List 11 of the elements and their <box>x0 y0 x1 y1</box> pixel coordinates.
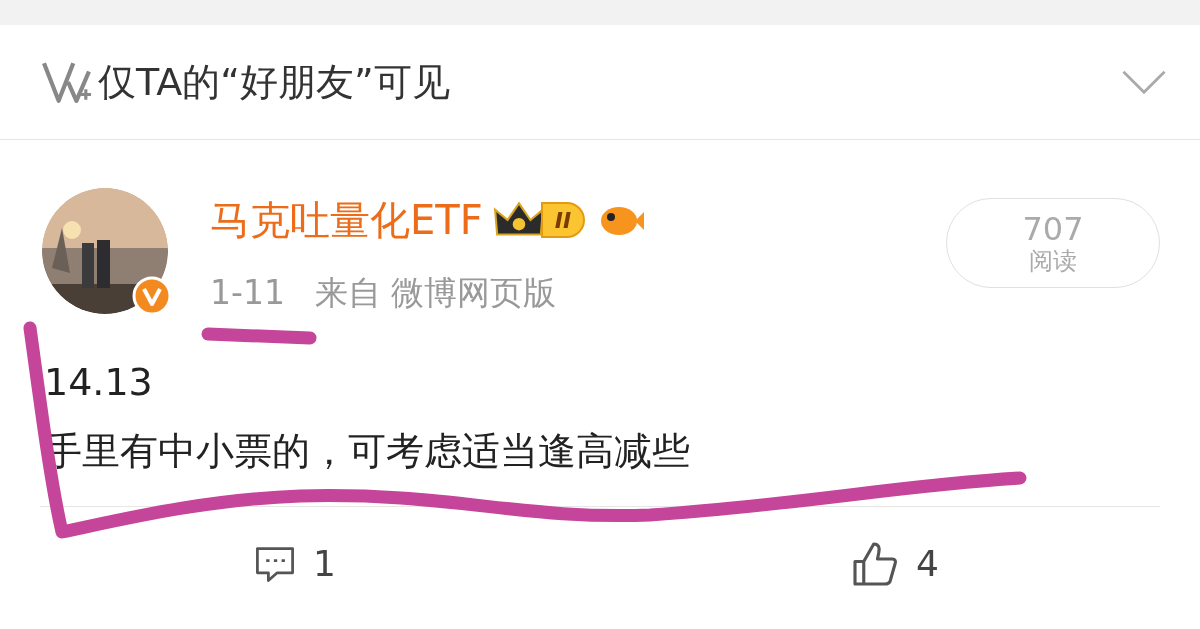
post-text-line: 14.13 <box>44 358 154 406</box>
chevron-down-icon[interactable] <box>1120 68 1168 96</box>
friends-visible-icon <box>40 59 94 105</box>
comment-button[interactable]: 1 <box>253 537 336 592</box>
like-button[interactable]: 4 <box>850 537 939 592</box>
read-count: 707 <box>1022 213 1084 245</box>
post-time: 1-11 <box>210 272 285 314</box>
level-badge: II <box>540 202 586 238</box>
visibility-label: 仅TA的“好朋友”可见 <box>98 58 450 106</box>
read-label: 阅读 <box>1029 249 1077 273</box>
post-source: 来自 微博网页版 <box>314 272 557 314</box>
